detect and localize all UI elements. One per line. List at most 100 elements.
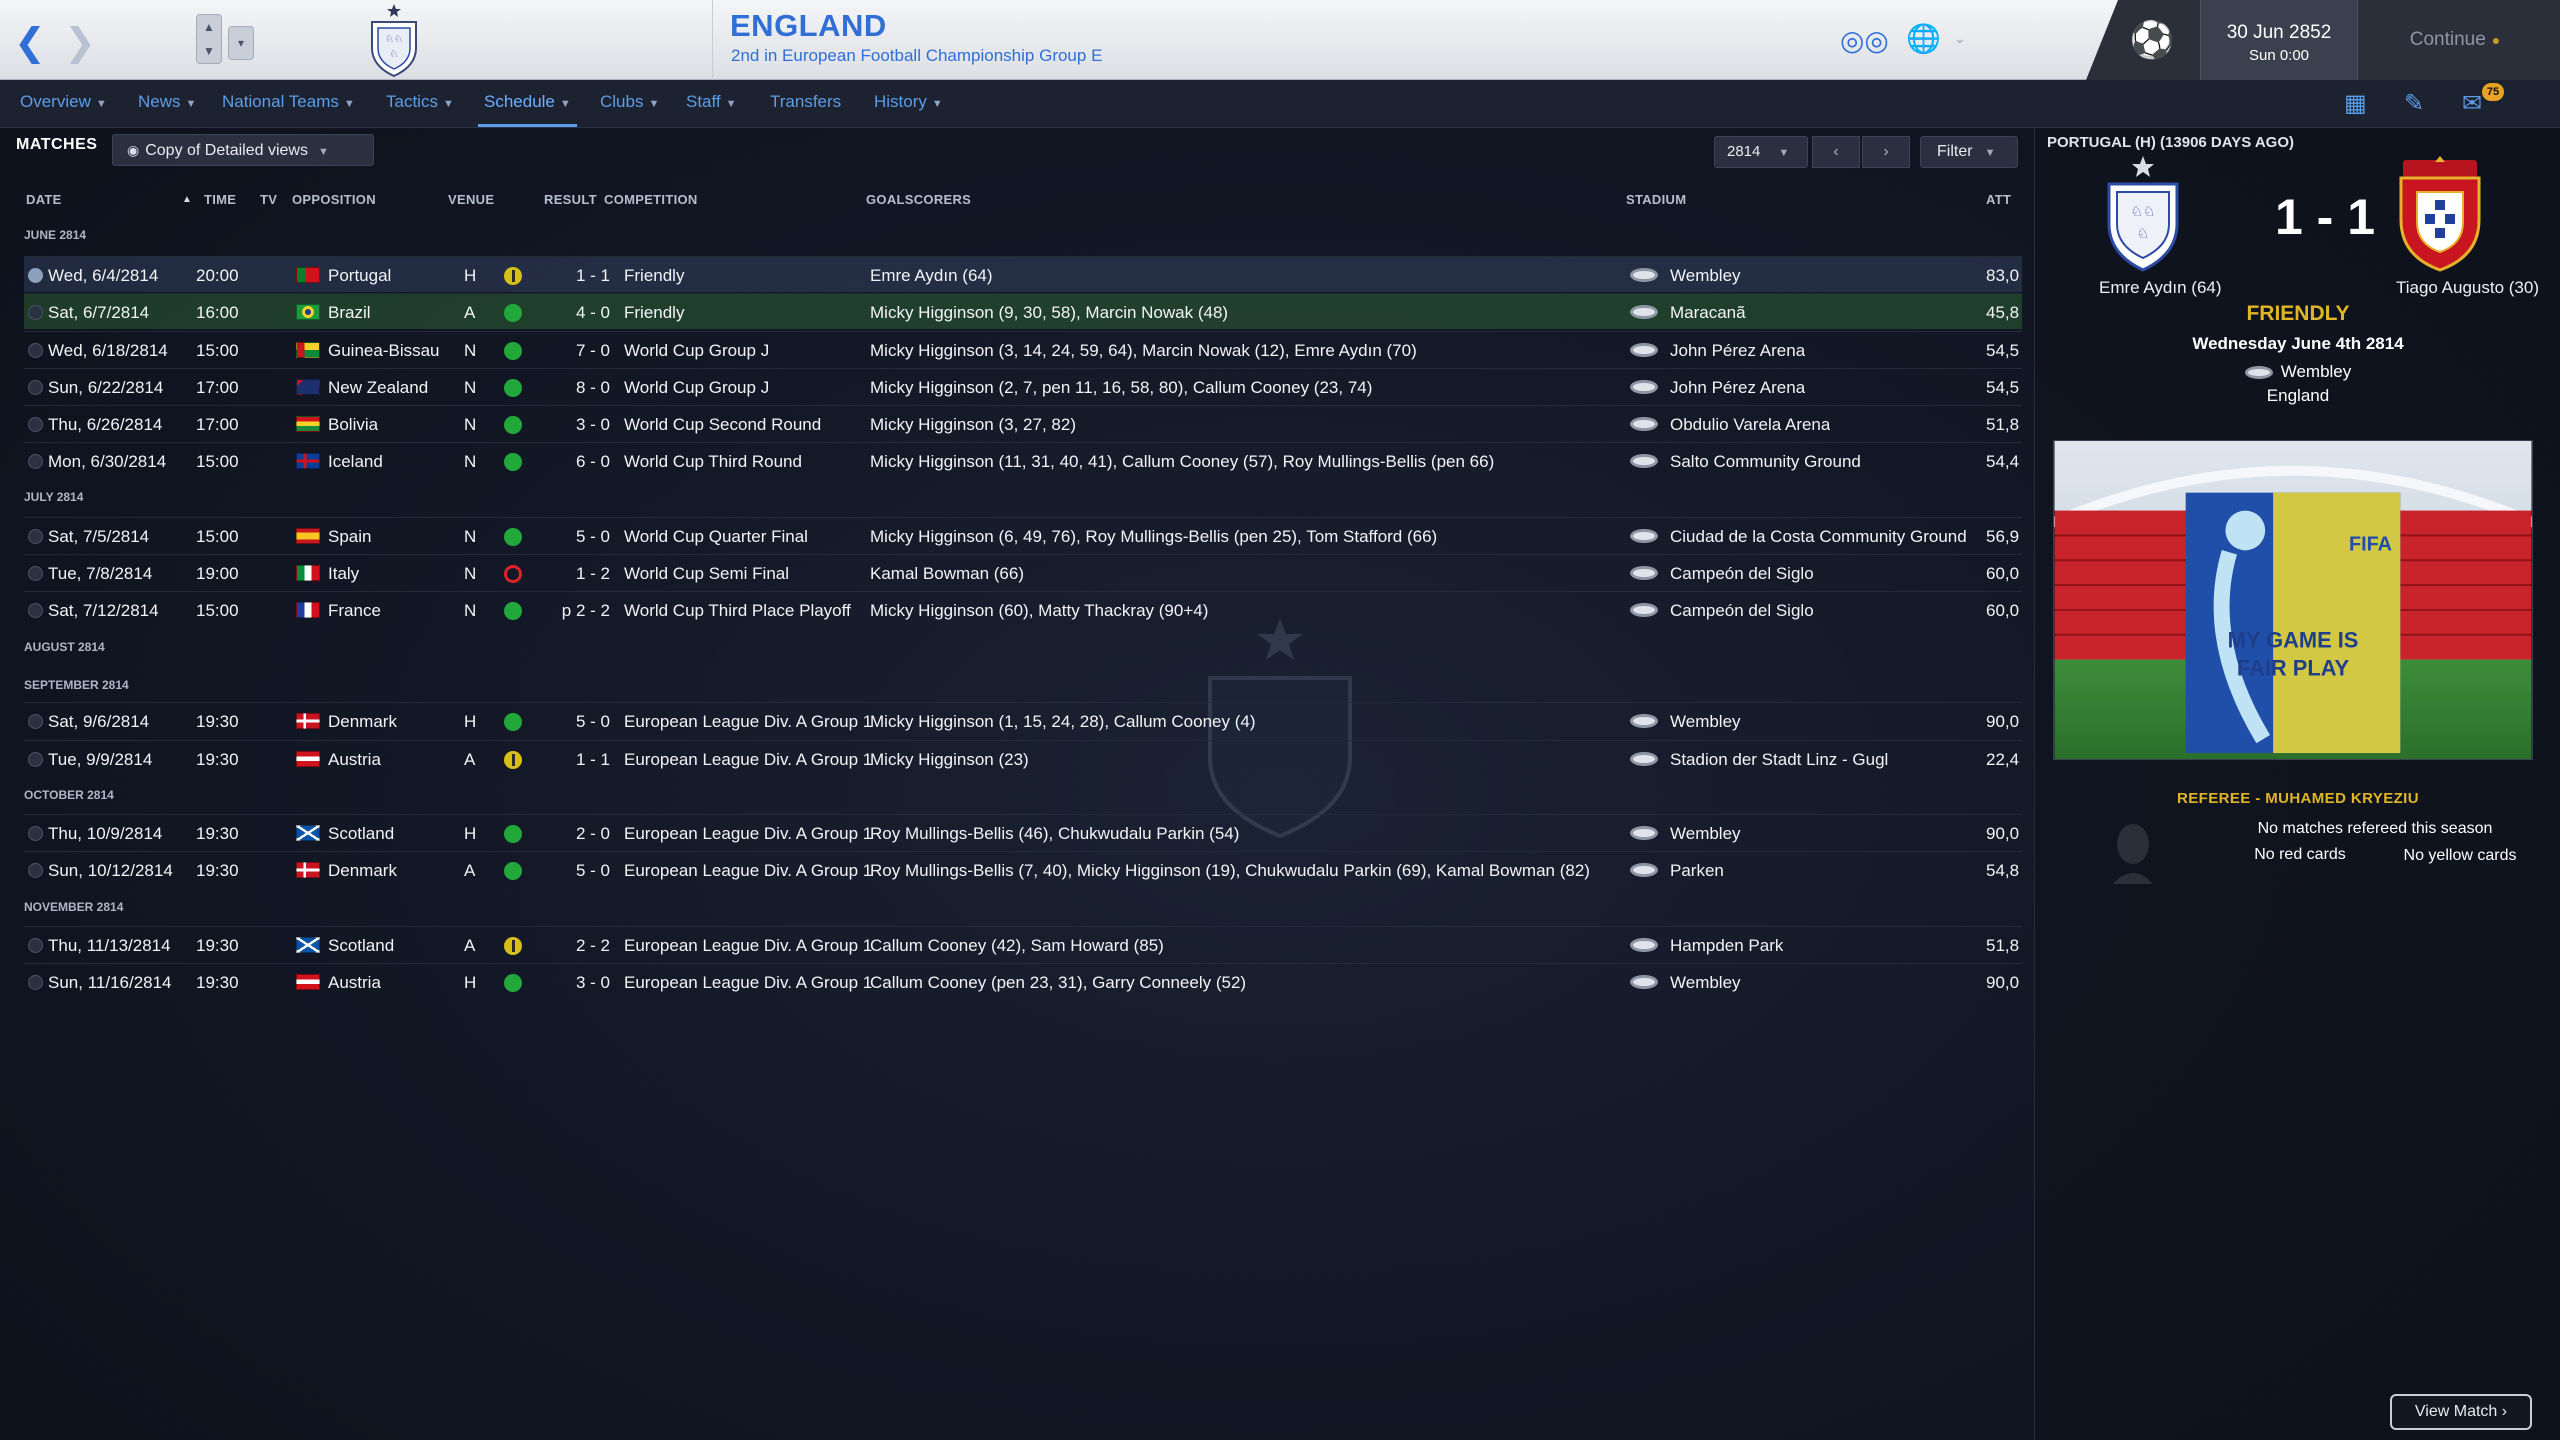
col-opposition[interactable]: OPPOSITION [292,192,376,207]
tab-schedule[interactable]: Schedule ▼ [484,92,571,112]
match-result[interactable]: 8 - 0 [550,378,610,398]
match-competition[interactable]: World Cup Third Round [624,452,802,472]
stadium-name[interactable]: Wembley [1670,973,1741,993]
opposition-name[interactable]: Brazil [328,303,371,323]
col-time[interactable]: TIME [204,192,236,207]
referee-title[interactable]: REFEREE - MUHAMED KRYEZIU [2035,790,2560,807]
match-competition[interactable]: European League Div. A Group 1 [624,936,872,956]
match-competition[interactable]: World Cup Quarter Final [624,527,808,547]
match-date[interactable]: Mon, 6/30/2814 [48,452,166,472]
table-row[interactable]: Sat, 7/12/2814 15:00 France Np 2 - 2 World C… [24,591,2022,627]
match-date[interactable]: Thu, 6/26/2814 [48,415,162,435]
page-title[interactable]: ENGLAND [730,8,887,44]
table-row[interactable]: Wed, 6/4/2814 20:00 Portugal H 1 - 1 Friendly… [24,256,2022,292]
match-competition[interactable]: FRIENDLY [2035,302,2560,326]
back-arrow-icon[interactable]: ❮ [14,20,46,64]
opposition-name[interactable]: Scotland [328,824,394,844]
tab-clubs[interactable]: Clubs ▼ [600,92,659,112]
stadium-name[interactable]: Stadion der Stadt Linz - Gugl [1670,750,1888,770]
match-result[interactable]: 3 - 0 [550,415,610,435]
match-competition[interactable]: World Cup Semi Final [624,564,789,584]
football-icon[interactable]: ⚽ [2124,14,2180,66]
tab-transfers[interactable]: Transfers [770,92,841,112]
table-row[interactable]: Thu, 6/26/2814 17:00 Bolivia N 3 - 0 World Cu… [24,405,2022,441]
match-competition[interactable]: European League Div. A Group 1 [624,861,872,881]
opposition-name[interactable]: New Zealand [328,378,428,398]
chevron-down-icon[interactable]: ⌄ [1954,30,1966,47]
row-select-checkbox[interactable] [28,603,43,618]
opposition-name[interactable]: Denmark [328,712,397,732]
match-date[interactable]: Thu, 11/13/2814 [48,936,171,956]
opposition-name[interactable]: Bolivia [328,415,378,435]
match-competition[interactable]: European League Div. A Group 1 [624,712,872,732]
match-result[interactable]: 3 - 0 [550,973,610,993]
col-result[interactable]: RESULT [544,192,597,207]
match-competition[interactable]: Friendly [624,266,684,286]
opposition-name[interactable]: Austria [328,973,381,993]
year-selector[interactable]: 2814 ▼ [1714,136,1808,168]
table-row[interactable]: Tue, 9/9/2814 19:30 Austria A 1 - 1 European … [24,740,2022,776]
match-competition[interactable]: World Cup Second Round [624,415,821,435]
match-competition[interactable]: World Cup Group J [624,341,769,361]
opposition-name[interactable]: Iceland [328,452,383,472]
opposition-name[interactable]: Italy [328,564,359,584]
match-date[interactable]: Sun, 11/16/2814 [48,973,172,993]
col-date[interactable]: DATE [26,192,62,207]
stadium-name[interactable]: John Pérez Arena [1670,341,1805,361]
stadium-name[interactable]: Obdulio Varela Arena [1670,415,1830,435]
match-result[interactable]: 4 - 0 [550,303,610,323]
row-select-checkbox[interactable] [28,752,43,767]
match-result[interactable]: 2 - 2 [550,936,610,956]
stadium-name[interactable]: Parken [1670,861,1724,881]
row-select-checkbox[interactable] [28,714,43,729]
table-row[interactable]: Sun, 6/22/2814 17:00 New Zealand N 8 - 0 Worl… [24,368,2022,404]
match-date[interactable]: Wed, 6/4/2814 [48,266,158,286]
match-competition[interactable]: European League Div. A Group 1 [624,750,872,770]
edit-icon[interactable]: ✎ [2404,89,2424,118]
tab-national-teams[interactable]: National Teams ▼ [222,92,355,112]
match-result[interactable]: 1 - 1 [550,266,610,286]
match-competition[interactable]: European League Div. A Group 1 [624,824,872,844]
tab-staff[interactable]: Staff ▼ [686,92,737,112]
next-page-button[interactable]: › [1862,136,1910,168]
team-standing-link[interactable]: 2nd in European Football Championship Gr… [731,46,1102,66]
match-result[interactable]: 7 - 0 [550,341,610,361]
match-competition[interactable]: World Cup Group J [624,378,769,398]
tab-overview[interactable]: Overview ▼ [20,92,107,112]
row-select-checkbox[interactable] [28,343,43,358]
match-date[interactable]: Wed, 6/18/2814 [48,341,168,361]
table-row[interactable]: Sat, 6/7/2814 16:00 Brazil A 4 - 0 Friendly Mi… [24,293,2022,329]
opposition-name[interactable]: France [328,601,381,621]
stadium-name[interactable]: Wembley [1670,712,1741,732]
tab-news[interactable]: News ▼ [138,92,196,112]
opposition-name[interactable]: Denmark [328,861,397,881]
view-selector[interactable]: ◉ Copy of Detailed views ▼ [112,134,374,166]
row-select-checkbox[interactable] [28,268,43,283]
tab-history[interactable]: History ▼ [874,92,943,112]
table-row[interactable]: Sun, 10/12/2814 19:30 Denmark A 5 - 0 Europea… [24,851,2022,887]
table-row[interactable]: Sat, 7/5/2814 15:00 Spain N 5 - 0 World Cup Q… [24,517,2022,553]
match-country[interactable]: England [2035,386,2560,406]
match-date[interactable]: Tue, 7/8/2814 [48,564,152,584]
match-competition[interactable]: Friendly [624,303,684,323]
table-row[interactable]: Sun, 11/16/2814 19:30 Austria H 3 - 0 Europea… [24,963,2022,999]
game-date[interactable]: 30 Jun 2852 Sun 0:00 [2200,0,2358,80]
stadium-name[interactable]: Salto Community Ground [1670,452,1861,472]
row-select-checkbox[interactable] [28,454,43,469]
col-goalscorers[interactable]: GOALSCORERS [866,192,971,207]
match-date[interactable]: Sat, 6/7/2814 [48,303,149,323]
match-result[interactable]: 5 - 0 [550,861,610,881]
stadium-name[interactable]: Ciudad de la Costa Community Ground [1670,527,1967,547]
row-select-checkbox[interactable] [28,975,43,990]
row-select-checkbox[interactable] [28,529,43,544]
match-date[interactable]: Sat, 7/12/2814 [48,601,159,621]
match-date[interactable]: Sun, 10/12/2814 [48,861,173,881]
stadium-name[interactable]: Campeón del Siglo [1670,601,1814,621]
opposition-name[interactable]: Portugal [328,266,391,286]
row-select-checkbox[interactable] [28,863,43,878]
stadium-name[interactable]: Maracanã [1670,303,1746,323]
continue-button[interactable]: Continue ● [2380,22,2530,58]
row-select-checkbox[interactable] [28,380,43,395]
team-dropdown-button[interactable]: ▾ [228,26,254,60]
stadium-name[interactable]: Hampden Park [1670,936,1783,956]
